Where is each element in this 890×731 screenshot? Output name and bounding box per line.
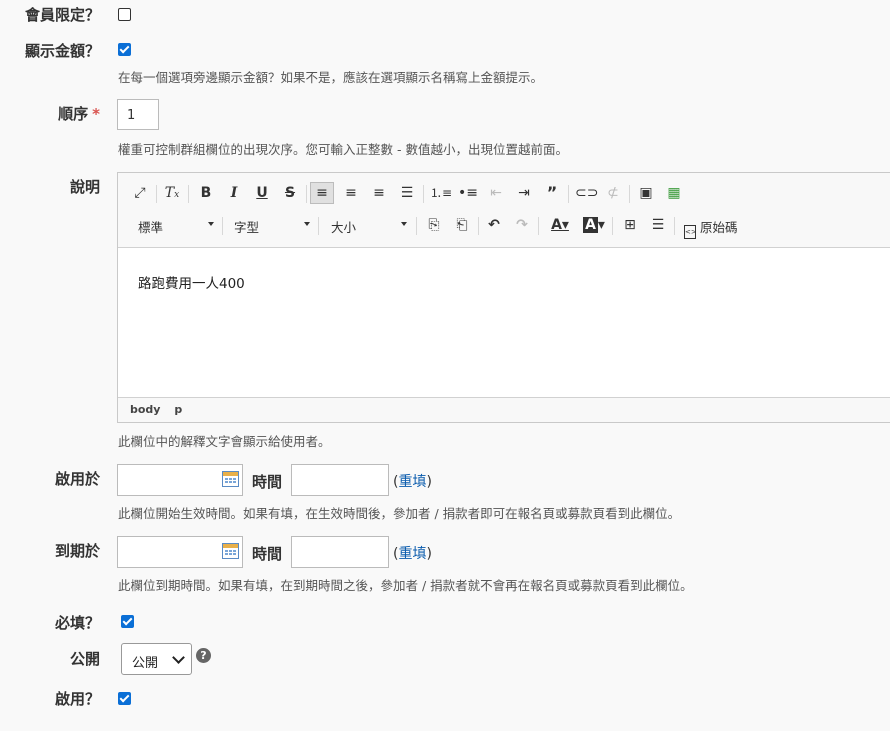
members-only-checkbox[interactable]: [118, 8, 131, 21]
source-label: 原始碼: [700, 220, 738, 235]
blockquote-icon[interactable]: ”: [542, 185, 562, 201]
paste-text-icon[interactable]: ⎘: [424, 217, 444, 233]
start-reset-link[interactable]: 重填: [398, 474, 426, 490]
bg-color-icon[interactable]: A ▾: [580, 217, 608, 233]
chevron-down-icon: [172, 651, 185, 664]
end-date-input[interactable]: [117, 536, 243, 568]
strikethrough-icon[interactable]: S: [280, 185, 300, 201]
link-icon[interactable]: ⊂⊃: [575, 185, 598, 201]
show-amount-label: 顯示金額？: [24, 42, 100, 60]
enabled-label: 啟用？: [54, 690, 100, 708]
end-reset: (重填): [393, 543, 432, 563]
rich-text-editor: ⤢ Tx B I U S ≡ ≡ ≡ ☰ ⒈≡ •≡ ⇤ ⇥ ” ⊂⊃ ⊄ ▣ …: [117, 172, 890, 423]
order-help: 權重可控制群組欄位的出現次序。您可輸入正整數 - 數值越小，出現位置越前面。: [118, 142, 568, 157]
end-help: 此欄位到期時間。如果有填，在到期時間之後，參加者 / 捐款者就不會再在報名頁或募…: [118, 578, 693, 593]
justify-icon[interactable]: ☰: [397, 185, 417, 201]
visibility-select[interactable]: 公開: [121, 643, 192, 675]
undo-icon[interactable]: ↶: [484, 217, 504, 233]
paren-close: ): [426, 474, 432, 490]
size-combo-arrow-icon: [401, 222, 407, 226]
start-time-input[interactable]: [291, 464, 389, 496]
font-combo[interactable]: 字型: [234, 217, 312, 236]
end-time-input[interactable]: [291, 536, 389, 568]
align-right-icon[interactable]: ≡: [369, 185, 389, 201]
visibility-label: 公開: [69, 650, 100, 668]
outdent-icon[interactable]: ⇤: [486, 185, 506, 201]
calendar-icon[interactable]: [222, 543, 239, 559]
start-label: 啟用於: [54, 470, 100, 488]
members-only-label: 會員限定？: [24, 6, 100, 24]
video-icon[interactable]: ▦: [664, 185, 684, 201]
size-combo[interactable]: 大小: [331, 217, 409, 236]
editor-content[interactable]: 路跑費用一人400: [118, 248, 890, 398]
order-input[interactable]: 1: [117, 99, 159, 130]
description-help: 此欄位中的解釋文字會顯示給使用者。: [118, 434, 331, 449]
description-label: 說明: [69, 178, 100, 196]
end-label: 到期於: [54, 542, 100, 560]
source-button[interactable]: <> 原始碼: [684, 217, 738, 239]
start-date-input[interactable]: [117, 464, 243, 496]
unlink-icon[interactable]: ⊄: [603, 185, 623, 201]
image-icon[interactable]: ▣: [636, 185, 656, 201]
paren-close: ): [426, 546, 432, 562]
order-label-text: 順序: [58, 105, 89, 123]
visibility-selected: 公開: [132, 656, 159, 671]
start-time-label: 時間: [252, 473, 283, 491]
paste-word-icon[interactable]: ⎗: [452, 217, 472, 233]
required-star: *: [92, 105, 100, 123]
indent-icon[interactable]: ⇥: [514, 185, 534, 201]
remove-format-icon[interactable]: Tx: [162, 185, 182, 203]
bold-icon[interactable]: B: [196, 185, 216, 201]
element-path: body p: [130, 403, 192, 416]
editor-toolbar: ⤢ Tx B I U S ≡ ≡ ≡ ☰ ⒈≡ •≡ ⇤ ⇥ ” ⊂⊃ ⊄ ▣ …: [118, 173, 890, 248]
format-combo-label: 標準: [138, 220, 164, 235]
start-help: 此欄位開始生效時間。如果有填，在生效時間後，參加者 / 捐款者即可在報名頁或募款…: [118, 506, 681, 521]
end-reset-link[interactable]: 重填: [398, 546, 426, 562]
underline-icon[interactable]: U: [252, 185, 272, 201]
path-p[interactable]: p: [174, 403, 182, 416]
maximize-icon[interactable]: ⤢: [130, 185, 150, 201]
font-combo-label: 字型: [234, 220, 260, 235]
order-label: 順序 *: [58, 105, 100, 123]
calendar-icon[interactable]: [222, 471, 239, 487]
end-time-label: 時間: [252, 545, 283, 563]
required-label: 必填？: [54, 614, 100, 632]
text-color-icon[interactable]: A▾: [546, 217, 574, 233]
required-checkbox[interactable]: [121, 615, 134, 628]
redo-icon[interactable]: ↷: [512, 217, 532, 233]
format-combo[interactable]: 標準: [138, 217, 216, 236]
table-icon[interactable]: ⊞: [620, 217, 640, 233]
enabled-checkbox[interactable]: [118, 692, 131, 705]
align-center-icon[interactable]: ≡: [341, 185, 361, 201]
numbered-list-icon[interactable]: ⒈≡: [430, 185, 452, 201]
horizontal-rule-icon[interactable]: ☰: [648, 217, 668, 233]
format-combo-arrow-icon: [208, 222, 214, 226]
italic-icon[interactable]: I: [224, 185, 244, 201]
font-combo-arrow-icon: [304, 222, 310, 226]
show-amount-checkbox[interactable]: [118, 43, 131, 56]
start-reset: (重填): [393, 471, 432, 491]
show-amount-help: 在每一個選項旁邊顯示金額？如果不是，應該在選項顯示名稱寫上金額提示。: [118, 70, 544, 85]
source-icon: <>: [684, 225, 697, 239]
help-icon[interactable]: ?: [196, 648, 211, 663]
editor-content-text: 路跑費用一人400: [138, 276, 245, 292]
bulleted-list-icon[interactable]: •≡: [458, 185, 478, 201]
size-combo-label: 大小: [331, 220, 357, 235]
align-left-icon[interactable]: ≡: [310, 182, 334, 204]
path-body[interactable]: body: [130, 403, 160, 416]
